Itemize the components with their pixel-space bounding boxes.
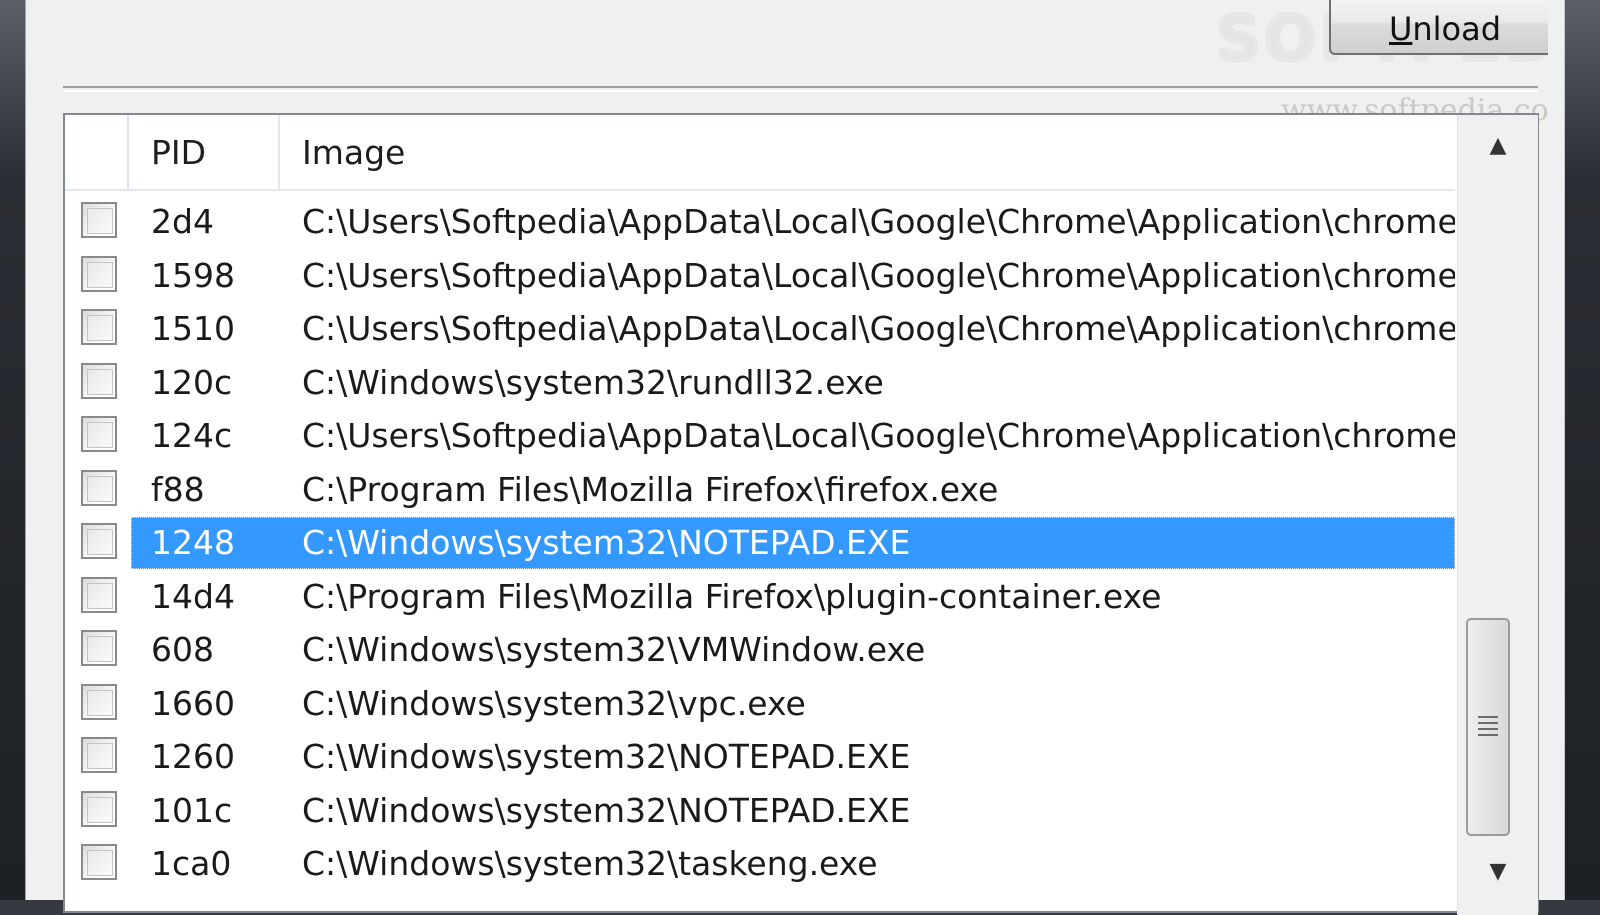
table-row[interactable]: 124c C:\Users\Softpedia\AppData\Local\Goo… [65,409,1455,463]
table-row[interactable]: 101c C:\Windows\system32\NOTEPAD.EXE [65,784,1455,838]
row-pid: 1660 [151,683,235,723]
row-pid: 120c [151,362,233,402]
row-checkbox[interactable] [81,309,117,345]
row-pid: 101c [151,790,233,830]
column-header-pid[interactable]: PID [129,115,280,189]
unload-button-label: nload [1412,9,1502,48]
row-image-path: C:\Windows\system32\taskeng.exe [302,844,878,883]
row-image-path: C:\Windows\system32\NOTEPAD.EXE [302,523,911,562]
row-pid: f88 [151,469,205,509]
row-checkbox[interactable] [81,844,117,880]
row-image-path: C:\Program Files\Mozilla Firefox\plugin-… [302,576,1162,616]
table-row[interactable]: 1660 C:\Windows\system32\vpc.exe [65,677,1455,731]
row-pid: 608 [151,630,214,669]
column-header-pid-label: PID [151,132,207,172]
row-pid: 124c [151,416,233,455]
column-header-image-label: Image [302,132,406,172]
row-checkbox[interactable] [81,255,117,292]
table-row[interactable]: 1248 C:\Windows\system32\NOTEPAD.EXE [65,516,1455,570]
table-row[interactable]: 1260 C:\Windows\system32\NOTEPAD.EXE [65,730,1455,784]
table-row[interactable]: 120c C:\Windows\system32\rundll32.exe [65,356,1455,410]
list-header: PID Image [65,115,1455,191]
injector-dialog: SOFTPEDIA www.softpedia.com Unload PID I… [25,0,1600,915]
row-checkbox[interactable] [81,576,117,613]
process-listview[interactable]: PID Image 2d4 C:\Users\Softpedia\AppData\… [63,113,1539,915]
table-row[interactable]: 14d4 C:\Program Files\Mozilla Firefox\plu… [65,570,1455,624]
table-row[interactable]: 608 C:\Windows\system32\VMWindow.exe [65,623,1455,677]
column-header-image[interactable]: Image [280,115,1455,189]
row-checkbox[interactable] [81,790,117,827]
column-header-check[interactable] [65,115,129,189]
row-image-path: C:\Users\Softpedia\AppData\Local\Google\… [302,309,1455,348]
row-checkbox[interactable] [81,523,117,559]
row-image-path: C:\Users\Softpedia\AppData\Local\Google\… [302,255,1455,295]
window-frame-right [1548,0,1600,900]
separator-line [63,86,1538,92]
row-pid: 2d4 [151,202,214,241]
unload-button[interactable]: Unload [1329,0,1561,55]
row-pid: 1510 [151,309,235,348]
table-row[interactable]: 1ca0 C:\Windows\system32\taskeng.exe [65,837,1455,891]
table-row[interactable]: 1510 C:\Users\Softpedia\AppData\Local\Goo… [65,302,1455,356]
row-checkbox[interactable] [81,202,117,238]
row-pid: 1248 [151,523,235,562]
row-pid: 14d4 [151,576,235,616]
row-image-path: C:\Windows\system32\vpc.exe [302,683,806,723]
row-checkbox[interactable] [81,737,117,773]
table-row[interactable]: f88 C:\Program Files\Mozilla Firefox\fire… [65,463,1455,517]
row-image-path: C:\Windows\system32\NOTEPAD.EXE [302,790,911,830]
row-image-path: C:\Windows\system32\NOTEPAD.EXE [302,737,911,776]
row-pid: 1598 [151,255,235,295]
scroll-down-arrow-icon[interactable]: ▼ [1458,841,1538,901]
row-checkbox[interactable] [81,416,117,452]
row-checkbox[interactable] [81,362,117,399]
scrollbar-thumb[interactable] [1466,618,1510,836]
row-image-path: C:\Users\Softpedia\AppData\Local\Google\… [302,202,1455,241]
row-pid: 1260 [151,737,235,776]
unload-button-mnemonic: U [1388,9,1413,48]
row-pid: 1ca0 [151,844,232,883]
row-image-path: C:\Windows\system32\VMWindow.exe [302,630,926,669]
row-checkbox[interactable] [81,683,117,720]
row-image-path: C:\Users\Softpedia\AppData\Local\Google\… [302,416,1455,455]
process-rows: 2d4 C:\Users\Softpedia\AppData\Local\Goog… [65,195,1455,891]
row-image-path: C:\Program Files\Mozilla Firefox\firefox… [302,469,999,509]
grip-icon [1478,716,1498,738]
row-checkbox[interactable] [81,630,117,666]
row-checkbox[interactable] [81,469,117,506]
window-frame-left [0,0,25,900]
row-image-path: C:\Windows\system32\rundll32.exe [302,362,884,402]
scroll-up-arrow-icon[interactable]: ▲ [1458,115,1538,175]
table-row[interactable]: 2d4 C:\Users\Softpedia\AppData\Local\Goog… [65,195,1455,249]
vertical-scrollbar[interactable]: ▲ ▼ [1457,115,1538,915]
table-row[interactable]: 1598 C:\Users\Softpedia\AppData\Local\Goo… [65,249,1455,303]
